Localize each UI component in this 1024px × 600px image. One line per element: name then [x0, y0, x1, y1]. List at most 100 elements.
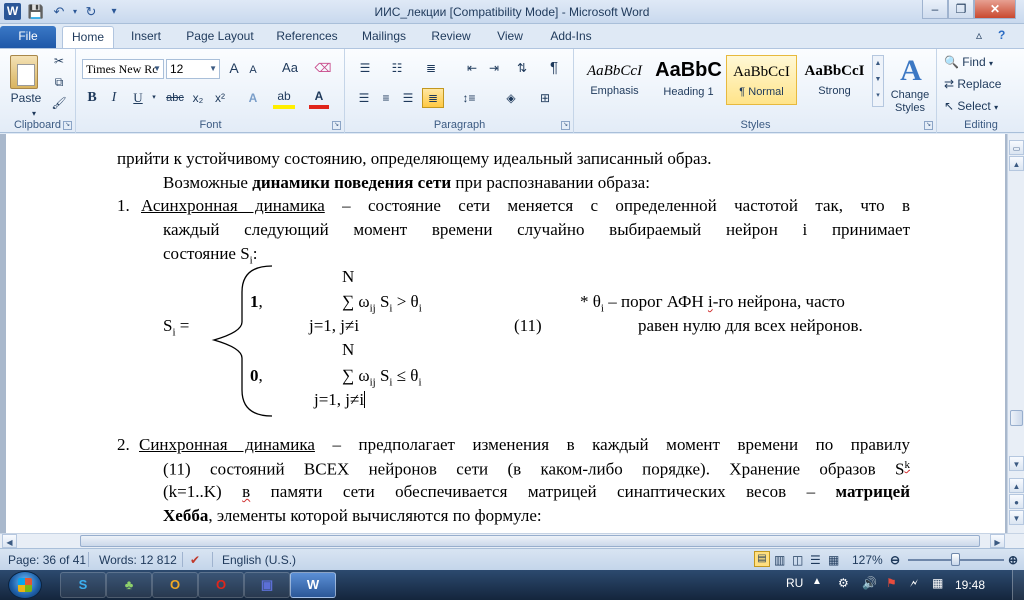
skype-taskbar-icon[interactable]: S: [60, 572, 106, 598]
clear-formatting-icon[interactable]: ⌫: [313, 59, 333, 79]
tray-arrow-icon[interactable]: ▲: [812, 576, 822, 587]
select-button[interactable]: ↖ Select ▾: [944, 97, 1020, 117]
word-taskbar-icon[interactable]: W: [290, 572, 336, 598]
bold-button[interactable]: B: [83, 89, 101, 109]
help-icon[interactable]: ?: [998, 28, 1005, 42]
numbering-icon[interactable]: ☷: [386, 59, 408, 79]
line-spacing-icon[interactable]: ↕≡: [456, 89, 482, 109]
shading-icon[interactable]: ◈: [498, 89, 524, 109]
ruler-toggle-icon[interactable]: ▭: [1009, 140, 1024, 155]
minimize-button[interactable]: –: [922, 0, 948, 19]
sort-icon[interactable]: ⇅: [512, 59, 532, 79]
cut-icon[interactable]: ✂: [50, 52, 68, 72]
tab-file[interactable]: File: [0, 26, 56, 48]
language-status[interactable]: English (U.S.): [222, 553, 296, 567]
minimize-ribbon-icon[interactable]: ▵: [976, 28, 982, 42]
web-layout-icon[interactable]: ◫: [792, 553, 803, 567]
font-color-icon[interactable]: A: [309, 89, 329, 109]
proofing-icon[interactable]: ✔: [190, 553, 200, 567]
bullets-icon[interactable]: ☰: [354, 59, 376, 79]
show-formatting-button[interactable]: ¶: [544, 59, 564, 79]
borders-icon[interactable]: ⊞: [532, 89, 558, 109]
tab-view[interactable]: View: [488, 26, 532, 48]
word-count[interactable]: Words: 12 812: [99, 553, 177, 567]
scroll-down-icon[interactable]: ▼: [1009, 456, 1024, 471]
highlight-icon[interactable]: ab: [273, 89, 295, 109]
tab-insert[interactable]: Insert: [122, 26, 170, 48]
font-size-select[interactable]: 12 ▼: [166, 59, 220, 79]
grow-font-button[interactable]: A: [225, 59, 243, 79]
increase-indent-icon[interactable]: ⇥: [484, 59, 504, 79]
text-effects-icon[interactable]: A: [243, 89, 263, 109]
vertical-scrollbar[interactable]: ▭ ▲ ▼ ▲ ● ▼: [1007, 134, 1024, 533]
align-right-icon[interactable]: ☰: [398, 89, 418, 109]
start-button[interactable]: [8, 571, 42, 599]
browse-object-icon[interactable]: ●: [1009, 494, 1024, 509]
action-center-icon[interactable]: ▦: [932, 576, 943, 590]
language-indicator[interactable]: RU: [786, 576, 803, 590]
chevron-down-icon[interactable]: ▾: [149, 89, 159, 109]
align-left-icon[interactable]: ☰: [354, 89, 374, 109]
justify-icon[interactable]: ≣: [422, 88, 444, 108]
scroll-right-icon[interactable]: ▶: [990, 534, 1005, 548]
change-styles-icon[interactable]: A: [891, 53, 931, 89]
vertical-scroll-thumb[interactable]: [1010, 410, 1023, 426]
subscript-button[interactable]: x₂: [189, 89, 207, 109]
style-emphasis[interactable]: AaBbCcI Emphasis: [579, 55, 650, 105]
underline-button[interactable]: U: [129, 89, 147, 109]
page-count[interactable]: Page: 36 of 41: [8, 553, 86, 567]
draft-icon[interactable]: ▦: [828, 553, 839, 567]
paste-icon[interactable]: [10, 55, 38, 89]
strikethrough-button[interactable]: abc: [163, 89, 187, 109]
clipboard-launcher-icon[interactable]: ↘: [63, 121, 72, 130]
format-painter-icon[interactable]: 🖌: [50, 94, 68, 114]
change-styles-button[interactable]: Change Styles: [887, 89, 933, 115]
power-icon[interactable]: 🗲: [910, 576, 918, 591]
document-page[interactable]: прийти к устойчивому состоянию, определя…: [6, 134, 1005, 533]
styles-scroll[interactable]: ▲ ▼ ▾: [872, 55, 884, 107]
tab-mailings[interactable]: Mailings: [354, 26, 414, 48]
tab-review[interactable]: Review: [424, 26, 478, 48]
style-strong[interactable]: AaBbCcI Strong: [799, 55, 870, 105]
tab-home[interactable]: Home: [62, 26, 114, 49]
zoom-in-icon[interactable]: ⊕: [1008, 553, 1018, 567]
tab-page-layout[interactable]: Page Layout: [180, 26, 260, 48]
full-screen-reading-icon[interactable]: ▥: [774, 553, 785, 567]
change-case-button[interactable]: Aa: [277, 59, 303, 79]
print-layout-icon[interactable]: ▤: [754, 551, 770, 567]
scroll-up-icon[interactable]: ▲: [1009, 156, 1024, 171]
copy-icon[interactable]: ⧉: [50, 73, 68, 93]
outline-icon[interactable]: ☰: [810, 553, 821, 567]
previous-page-icon[interactable]: ▲: [1009, 478, 1024, 493]
multilevel-list-icon[interactable]: ≣: [420, 59, 442, 79]
network-icon[interactable]: ⚑: [886, 576, 897, 590]
opera-taskbar-icon[interactable]: O: [198, 572, 244, 598]
tab-references[interactable]: References: [268, 26, 346, 48]
find-button[interactable]: 🔍 Find ▾: [944, 53, 1020, 73]
font-family-select[interactable]: Times New Rc ▼: [82, 59, 164, 79]
zoom-level[interactable]: 127%: [852, 553, 883, 567]
scroll-left-icon[interactable]: ◀: [2, 534, 17, 548]
tray-app-icon[interactable]: ⚙: [838, 576, 849, 590]
close-button[interactable]: ✕: [974, 0, 1016, 19]
clock[interactable]: 19:48: [955, 578, 985, 592]
volume-icon[interactable]: 🔊: [862, 576, 877, 590]
decrease-indent-icon[interactable]: ⇤: [462, 59, 482, 79]
replace-button[interactable]: ⇄ Replace: [944, 75, 1020, 95]
utility-taskbar-icon[interactable]: ♣: [106, 572, 152, 598]
align-center-icon[interactable]: ≡: [376, 89, 396, 109]
shrink-font-button[interactable]: A: [245, 61, 261, 81]
tab-add-ins[interactable]: Add-Ins: [542, 26, 600, 48]
paragraph-launcher-icon[interactable]: ↘: [561, 121, 570, 130]
next-page-icon[interactable]: ▼: [1009, 510, 1024, 525]
horizontal-scroll-thumb[interactable]: [80, 535, 980, 547]
font-launcher-icon[interactable]: ↘: [332, 121, 341, 130]
style-heading-1[interactable]: AaBbC Heading 1: [653, 55, 724, 105]
horizontal-scrollbar[interactable]: ◀ ▶: [0, 533, 1024, 548]
zoom-slider-knob[interactable]: [951, 553, 960, 566]
maximize-button[interactable]: ❐: [948, 0, 974, 19]
style-normal[interactable]: AaBbCcI ¶ Normal: [726, 55, 797, 105]
italic-button[interactable]: I: [105, 89, 123, 109]
zoom-out-icon[interactable]: ⊖: [890, 553, 900, 567]
outlook-taskbar-icon[interactable]: O: [152, 572, 198, 598]
